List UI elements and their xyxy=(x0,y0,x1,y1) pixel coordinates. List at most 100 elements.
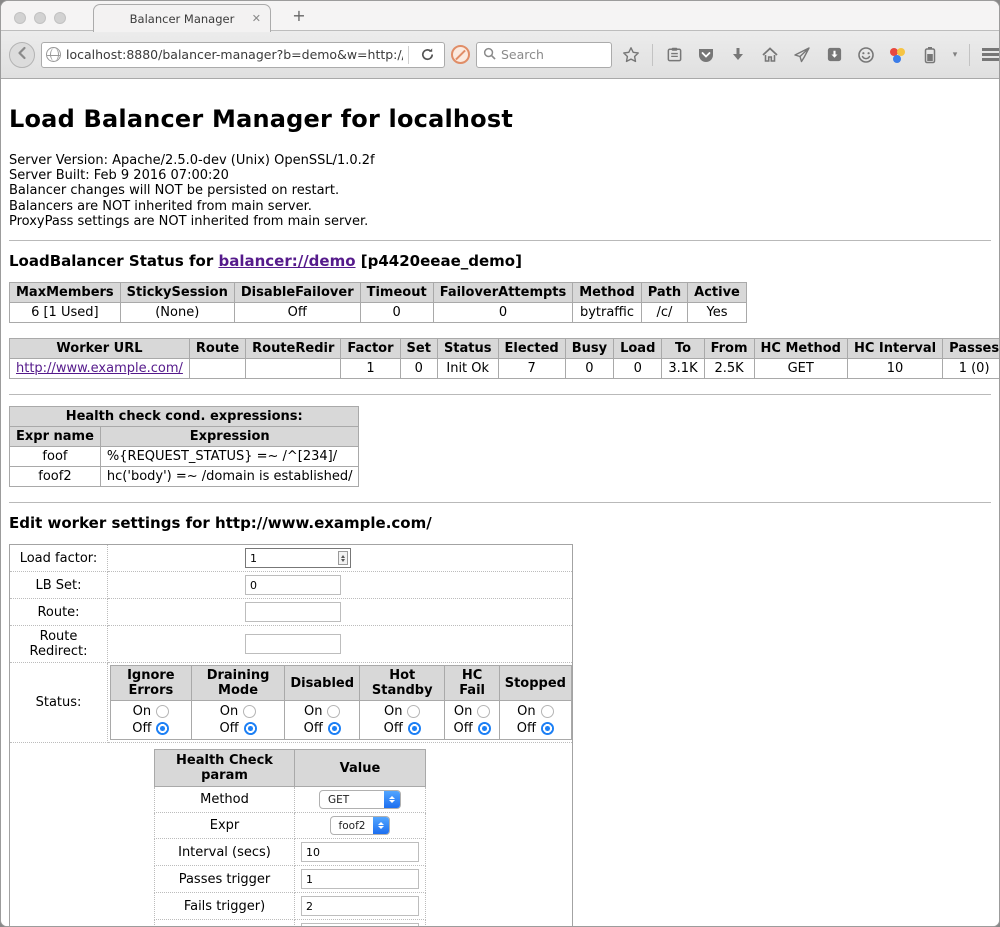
health-check-table: Health Check param Value Method GET xyxy=(154,749,426,927)
send-button[interactable] xyxy=(789,42,815,68)
titlebar: Balancer Manager ✕ + xyxy=(1,1,999,31)
colored-dots-button[interactable] xyxy=(885,42,911,68)
radio-stopped-on[interactable] xyxy=(541,705,554,718)
reload-button[interactable] xyxy=(414,42,440,68)
route-label: Route: xyxy=(10,599,108,626)
radio-draining-mode-on[interactable] xyxy=(243,705,256,718)
select-stepper-icon xyxy=(384,791,400,808)
hc-method-select[interactable]: GET xyxy=(319,790,401,809)
block-icon[interactable] xyxy=(451,45,470,64)
radio-disabled-on[interactable] xyxy=(327,705,340,718)
status-cell-disabled: On Off xyxy=(285,701,360,740)
notice-balancers: Balancers are NOT inherited from main se… xyxy=(9,199,991,214)
close-window-button[interactable] xyxy=(14,12,26,24)
server-built: Server Built: Feb 9 2016 07:00:20 xyxy=(9,168,991,183)
send-icon xyxy=(793,46,811,64)
balancer-table-header: MaxMembers StickySession DisableFailover… xyxy=(10,283,747,303)
radio-hc-fail-on[interactable] xyxy=(477,705,490,718)
battery-button[interactable] xyxy=(917,42,943,68)
download-button[interactable] xyxy=(725,42,751,68)
browser-tab[interactable]: Balancer Manager ✕ xyxy=(93,4,271,32)
expr-table-row: foof2 hc('body') =~ /domain is establish… xyxy=(10,467,359,487)
menu-button[interactable] xyxy=(978,42,1000,68)
radio-hc-fail-off[interactable] xyxy=(478,722,491,735)
hc-uri-input[interactable] xyxy=(301,923,419,927)
browser-window: Balancer Manager ✕ + localhost:8880/bala… xyxy=(0,0,1000,927)
radio-stopped-off[interactable] xyxy=(541,722,554,735)
radio-disabled-off[interactable] xyxy=(328,722,341,735)
expr-table-row: foof %{REQUEST_STATUS} =~ /^[234]/ xyxy=(10,447,359,467)
bookmarks-icon xyxy=(666,46,683,63)
status-label: Status: xyxy=(10,663,108,743)
number-stepper-icon[interactable] xyxy=(338,551,348,565)
radio-hot-standby-on[interactable] xyxy=(407,705,420,718)
back-icon xyxy=(15,45,29,64)
status-cell-hot-standby: On Off xyxy=(360,701,445,740)
close-tab-icon[interactable]: ✕ xyxy=(252,12,261,25)
status-cell-hc-fail: On Off xyxy=(445,701,499,740)
divider xyxy=(9,502,991,503)
home-icon xyxy=(761,46,779,64)
radio-ignore-errors-off[interactable] xyxy=(156,722,169,735)
expr-table-title: Health check cond. expressions: xyxy=(10,407,359,427)
pocket-button[interactable] xyxy=(693,42,719,68)
new-tab-button[interactable]: + xyxy=(287,6,311,25)
lb-set-input[interactable] xyxy=(245,575,341,595)
hc-params-row: Health Check param Value Method GET xyxy=(10,743,573,927)
home-button[interactable] xyxy=(757,42,783,68)
page-content: Load Balancer Manager for localhost Serv… xyxy=(1,79,999,927)
load-factor-row: Load factor: xyxy=(10,545,573,572)
back-button[interactable] xyxy=(9,42,35,68)
divider xyxy=(9,240,991,241)
minimize-window-button[interactable] xyxy=(34,12,46,24)
hc-interval-input[interactable] xyxy=(301,842,419,862)
status-row: Status: Ignore Errors Draining Mode Disa… xyxy=(10,663,573,743)
url-bar[interactable]: localhost:8880/balancer-manager?b=demo&w… xyxy=(41,42,445,68)
status-cell-ignore-errors: On Off xyxy=(111,701,192,740)
divider xyxy=(9,394,991,395)
nav-toolbar: localhost:8880/balancer-manager?b=demo&w… xyxy=(1,31,999,79)
route-row: Route: xyxy=(10,599,573,626)
hc-fails-row: Fails trigger) xyxy=(155,893,426,920)
hc-interval-row: Interval (secs) xyxy=(155,839,426,866)
hc-passes-input[interactable] xyxy=(301,869,419,889)
server-info: Server Version: Apache/2.5.0-dev (Unix) … xyxy=(9,153,991,229)
url-text[interactable]: localhost:8880/balancer-manager?b=demo&w… xyxy=(66,47,403,62)
dropdown-caret-icon[interactable]: ▾ xyxy=(949,50,961,60)
hc-uri-row: HC uri xyxy=(155,920,426,927)
edit-worker-form: Load factor: LB Set: Route: Route Redire… xyxy=(9,544,573,927)
worker-url-link[interactable]: http://www.example.com/ xyxy=(16,361,183,376)
download-icon xyxy=(730,47,746,63)
expr-table: Health check cond. expressions: Expr nam… xyxy=(9,406,359,487)
hc-expr-select[interactable]: foof2 xyxy=(330,816,391,835)
hc-fails-input[interactable] xyxy=(301,896,419,916)
lb-set-label: LB Set: xyxy=(10,572,108,599)
lb-set-row: LB Set: xyxy=(10,572,573,599)
downloads-box-button[interactable] xyxy=(821,42,847,68)
balancer-link[interactable]: balancer://demo xyxy=(218,252,355,270)
status-cell-draining-mode: On Off xyxy=(191,701,285,740)
route-redirect-input[interactable] xyxy=(245,634,341,654)
search-icon xyxy=(483,45,496,64)
worker-table: Worker URL Route RouteRedir Factor Set S… xyxy=(9,338,999,379)
route-input[interactable] xyxy=(245,602,341,622)
zoom-window-button[interactable] xyxy=(54,12,66,24)
status-cell-stopped: On Off xyxy=(499,701,571,740)
colored-dots-icon xyxy=(889,46,907,64)
bookmark-star-button[interactable] xyxy=(618,42,644,68)
downloads-box-icon xyxy=(826,46,843,63)
menu-icon xyxy=(982,48,1000,61)
search-input[interactable] xyxy=(501,47,601,62)
select-stepper-icon xyxy=(373,817,389,834)
bookmarks-menu-button[interactable] xyxy=(661,42,687,68)
search-bar[interactable] xyxy=(476,42,612,68)
load-factor-input[interactable] xyxy=(245,548,351,568)
radio-hot-standby-off[interactable] xyxy=(408,722,421,735)
lb-status-heading: LoadBalancer Status for balancer://demo … xyxy=(9,252,991,270)
expr-table-header: Expr name Expression xyxy=(10,427,359,447)
smiley-button[interactable] xyxy=(853,42,879,68)
radio-ignore-errors-on[interactable] xyxy=(156,705,169,718)
edit-worker-heading: Edit worker settings for http://www.exam… xyxy=(9,514,991,532)
battery-icon xyxy=(924,46,936,64)
radio-draining-mode-off[interactable] xyxy=(244,722,257,735)
